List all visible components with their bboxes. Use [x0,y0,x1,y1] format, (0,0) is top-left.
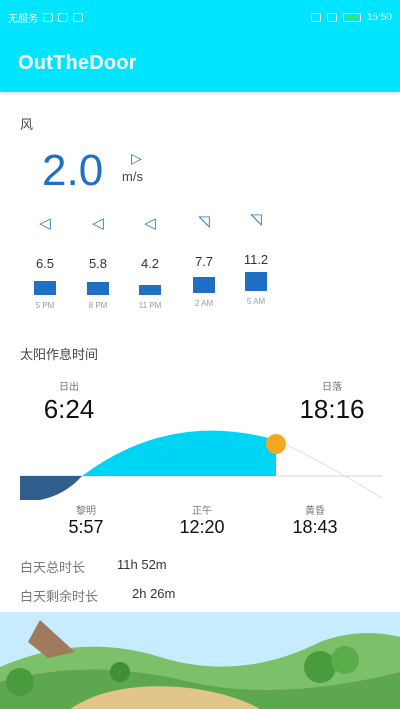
wind-section-label: 风 [20,117,34,132]
daylight-remaining-label: 白天剩余时长 [20,589,99,604]
wind-forecast-item: ◁ 6.5 5 PM [22,214,68,310]
wifi-icon [326,12,337,22]
wind-forecast-value: 5.8 [88,256,108,271]
wind-forecast-item: ◹ 11.2 5 AM [233,210,279,306]
notification-icon [43,12,53,22]
sun-path-diagram [20,430,382,500]
landscape-illustration [0,612,400,709]
status-right: 15:50 [310,11,392,23]
noon-time: 12:20 [179,517,225,537]
cloud-icon [73,12,83,22]
wind-forecast-bar [245,272,267,291]
wind-speed-value: 2.0 [42,146,104,195]
dusk-time: 18:43 [292,517,338,537]
tree-icon [6,668,34,696]
sun-icon [266,434,286,454]
sunset-label: 日落 [322,382,342,393]
wind-forecast-bar [34,281,56,295]
daylight-total-value: 11h 52m [117,557,167,572]
status-left: 无服务 [8,10,83,25]
wind-forecast-time: 11 PM [138,301,162,310]
sunrise-label: 日出 [59,382,79,393]
wind-arrow-left-icon: ◁ [39,215,51,232]
carrier-text: 无服务 [8,13,38,25]
bush-icon [110,662,130,682]
wind-forecast-item: ◁ 5.8 8 PM [75,214,121,310]
nfc-icon [310,12,321,22]
wind-forecast-item: ◁ 4.2 11 PM [127,214,173,310]
wind-forecast-time: 2 AM [194,299,214,308]
evening-path [275,439,382,499]
wind-arrow-left-icon: ◁ [92,215,104,232]
status-bar: 无服务 15:50 [0,0,400,34]
notification-icon [58,12,68,22]
wind-forecast-time: 5 AM [246,297,266,306]
wind-forecast-time: 8 PM [88,301,108,310]
wind-forecast-bar [193,277,215,293]
tree-icon [304,651,336,683]
tree-icon [331,646,359,674]
clock-text: 15:50 [366,11,392,23]
wind-forecast-value: 11.2 [243,252,269,267]
daylight-remaining-value: 2h 26m [132,586,176,601]
main-content[interactable]: 风 2.0 ▷ m/s ◁ 6.5 5 PM ◁ 5.8 8 PM ◁ 4.2 … [0,92,400,612]
wind-forecast-bar [87,282,109,295]
day-arc-area [82,430,276,476]
wind-forecast-value: 4.2 [140,256,160,271]
app-title: OutTheDoor [18,51,137,74]
app-bar: OutTheDoor [0,34,400,92]
wind-forecast-value: 7.7 [194,254,214,269]
sun-section-label: 太阳作息时间 [20,347,99,362]
night-area [20,476,82,500]
dawn-time: 5:57 [68,517,104,537]
wind-unit: m/s [122,169,143,184]
battery-icon [342,12,361,22]
wind-forecast-time: 5 PM [35,301,55,310]
wind-arrow-upright-icon: ◹ [250,211,262,228]
wind-forecast-value: 6.5 [35,256,55,271]
wind-forecast-bar [139,285,161,295]
wind-direction-icon: ▷ [131,150,142,166]
daylight-total-label: 白天总时长 [20,560,86,575]
wind-arrow-upright-icon: ◹ [198,213,210,230]
wind-arrow-left-icon: ◁ [144,215,156,232]
wind-forecast-item: ◹ 7.7 2 AM [181,212,227,308]
